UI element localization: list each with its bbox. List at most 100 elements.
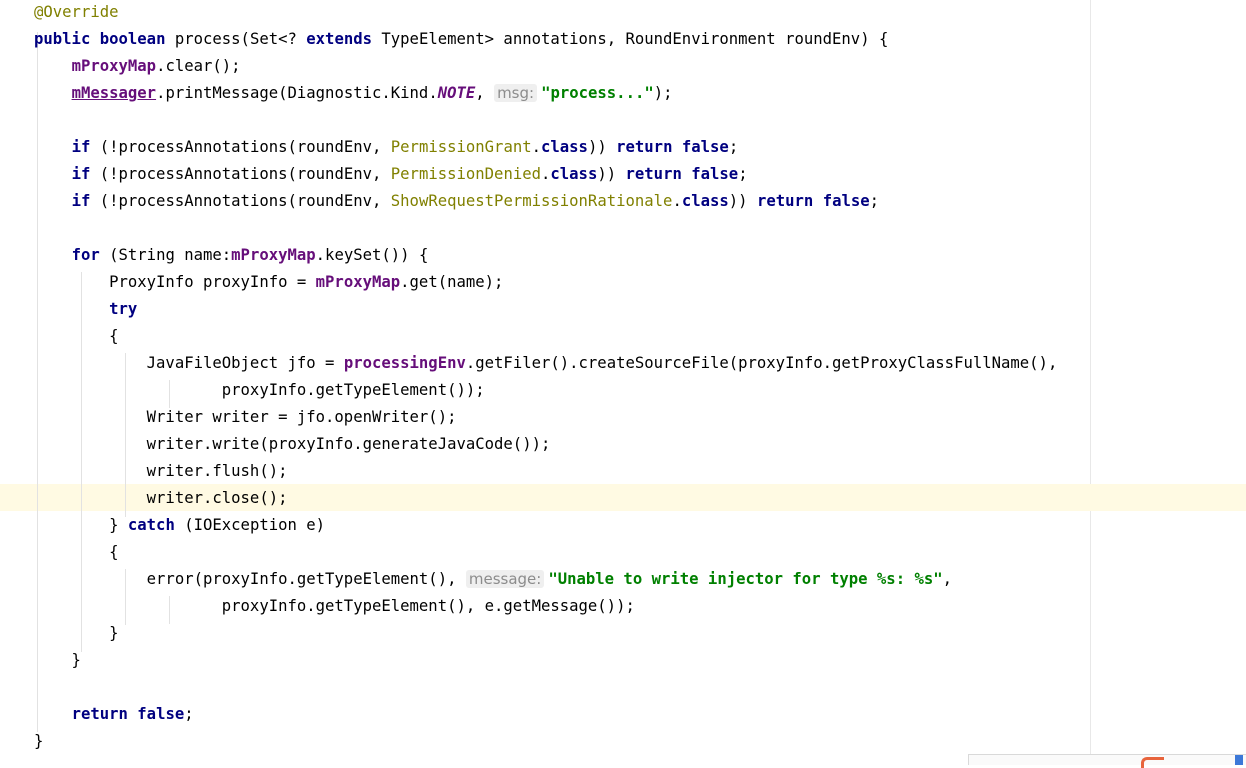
code-token: catch bbox=[127, 516, 175, 534]
code-token: writer.close(); bbox=[34, 489, 288, 507]
code-line[interactable]: if (!processAnnotations(roundEnv, Permis… bbox=[34, 161, 748, 188]
code-token: { bbox=[34, 543, 119, 561]
code-line[interactable]: public boolean process(Set<? extends Typ… bbox=[34, 26, 888, 53]
code-line[interactable]: proxyInfo.getTypeElement(), e.getMessage… bbox=[34, 593, 635, 620]
code-token: , bbox=[942, 570, 953, 588]
code-token: . bbox=[672, 192, 682, 210]
code-token: class bbox=[550, 165, 598, 183]
code-token: return bbox=[625, 165, 682, 183]
code-line[interactable]: error(proxyInfo.getTypeElement(), messag… bbox=[34, 566, 952, 593]
code-token: try bbox=[109, 300, 138, 318]
code-token: . bbox=[541, 165, 551, 183]
code-line[interactable]: mMessager.printMessage(Diagnostic.Kind.N… bbox=[34, 80, 673, 107]
code-token: writer.write(proxyInfo.generateJavaCode(… bbox=[34, 435, 551, 453]
code-token: )) bbox=[597, 165, 626, 183]
code-token: JavaFileObject jfo = bbox=[34, 354, 344, 372]
code-line[interactable]: ProxyInfo proxyInfo = mProxyMap.get(name… bbox=[34, 269, 503, 296]
code-line[interactable]: if (!processAnnotations(roundEnv, Permis… bbox=[34, 134, 739, 161]
code-line[interactable]: mProxyMap.clear(); bbox=[34, 53, 241, 80]
code-token: } bbox=[34, 732, 44, 750]
code-token: error(proxyInfo.getTypeElement(), bbox=[34, 570, 466, 588]
code-token: extends bbox=[306, 30, 372, 48]
code-token: return bbox=[756, 192, 814, 210]
code-token: false bbox=[691, 165, 739, 183]
code-token: TypeElement> annotations, RoundEnvironme… bbox=[372, 30, 889, 48]
code-token: if bbox=[71, 192, 91, 210]
code-token: ProxyInfo proxyInfo = bbox=[34, 273, 316, 291]
code-token: } bbox=[34, 651, 81, 669]
code-token: ShowRequestPermissionRationale bbox=[390, 192, 673, 210]
code-line[interactable]: writer.write(proxyInfo.generateJavaCode(… bbox=[34, 431, 551, 458]
code-token: boolean bbox=[99, 30, 166, 48]
code-token: { bbox=[34, 327, 119, 345]
code-token: "Unable to write injector for type %s: %… bbox=[548, 570, 943, 588]
code-token: ; bbox=[728, 138, 739, 156]
code-line[interactable]: Writer writer = jfo.openWriter(); bbox=[34, 404, 457, 431]
code-token: .keySet()) { bbox=[315, 246, 429, 264]
code-line[interactable]: } bbox=[34, 647, 81, 674]
code-line[interactable]: } catch (IOException e) bbox=[34, 512, 325, 539]
code-token: if bbox=[71, 165, 91, 183]
code-token: false bbox=[137, 705, 185, 723]
code-line[interactable]: for (String name:mProxyMap.keySet()) { bbox=[34, 242, 429, 269]
code-token: } bbox=[34, 624, 119, 642]
code-token: )) bbox=[728, 192, 757, 210]
code-token: public bbox=[34, 30, 91, 48]
code-token: )) bbox=[587, 138, 617, 156]
code-token: "process..." bbox=[541, 84, 654, 102]
code-token: , bbox=[475, 84, 495, 102]
code-token: class bbox=[681, 192, 729, 210]
code-token: . bbox=[531, 138, 541, 156]
code-line[interactable]: @Override bbox=[34, 0, 119, 26]
code-line[interactable]: { bbox=[34, 323, 119, 350]
code-token: mProxyMap bbox=[71, 57, 157, 75]
code-token: NOTE bbox=[437, 84, 476, 102]
code-line[interactable]: if (!processAnnotations(roundEnv, ShowRe… bbox=[34, 188, 879, 215]
right-margin-guide bbox=[1090, 0, 1091, 764]
code-token: class bbox=[541, 138, 588, 156]
code-token: PermissionDenied bbox=[390, 165, 541, 183]
code-token: (!processAnnotations(roundEnv, bbox=[90, 138, 391, 156]
code-token: return bbox=[71, 705, 128, 723]
code-token: ; bbox=[869, 192, 880, 210]
code-token: Writer writer = jfo.openWriter(); bbox=[34, 408, 457, 426]
code-token: } bbox=[34, 516, 128, 534]
code-token: false bbox=[822, 192, 870, 210]
code-line[interactable]: return false; bbox=[34, 701, 194, 728]
code-line[interactable]: writer.flush(); bbox=[34, 458, 288, 485]
orange-swirl-icon bbox=[1141, 757, 1164, 768]
code-token: @Override bbox=[34, 3, 119, 21]
code-token: (String name: bbox=[99, 246, 232, 264]
code-line[interactable]: proxyInfo.getTypeElement()); bbox=[34, 377, 485, 404]
code-line[interactable]: try bbox=[34, 296, 137, 323]
code-token: mProxyMap bbox=[315, 273, 401, 291]
code-line[interactable]: } bbox=[34, 728, 43, 755]
code-token: (!processAnnotations(roundEnv, bbox=[90, 165, 391, 183]
code-line[interactable]: } bbox=[34, 620, 119, 647]
code-line[interactable]: { bbox=[34, 539, 119, 566]
code-token: ; bbox=[738, 165, 748, 183]
code-line[interactable]: JavaFileObject jfo = processingEnv.getFi… bbox=[34, 350, 1058, 377]
code-token: writer.flush(); bbox=[34, 462, 288, 480]
code-token: false bbox=[681, 138, 729, 156]
code-token: return bbox=[616, 138, 673, 156]
code-line[interactable]: writer.close(); bbox=[34, 485, 288, 512]
code-token: .getFiler().createSourceFile(proxyInfo.g… bbox=[465, 354, 1058, 372]
code-token: .get(name); bbox=[400, 273, 504, 291]
code-token: proxyInfo.getTypeElement()); bbox=[34, 381, 485, 399]
code-token: mProxyMap bbox=[231, 246, 316, 264]
parameter-hint: message: bbox=[465, 570, 545, 588]
corner-popup[interactable] bbox=[968, 754, 1246, 768]
parameter-hint: msg: bbox=[494, 84, 538, 102]
code-editor[interactable]: @Override public boolean process(Set<? ex… bbox=[0, 0, 1246, 768]
